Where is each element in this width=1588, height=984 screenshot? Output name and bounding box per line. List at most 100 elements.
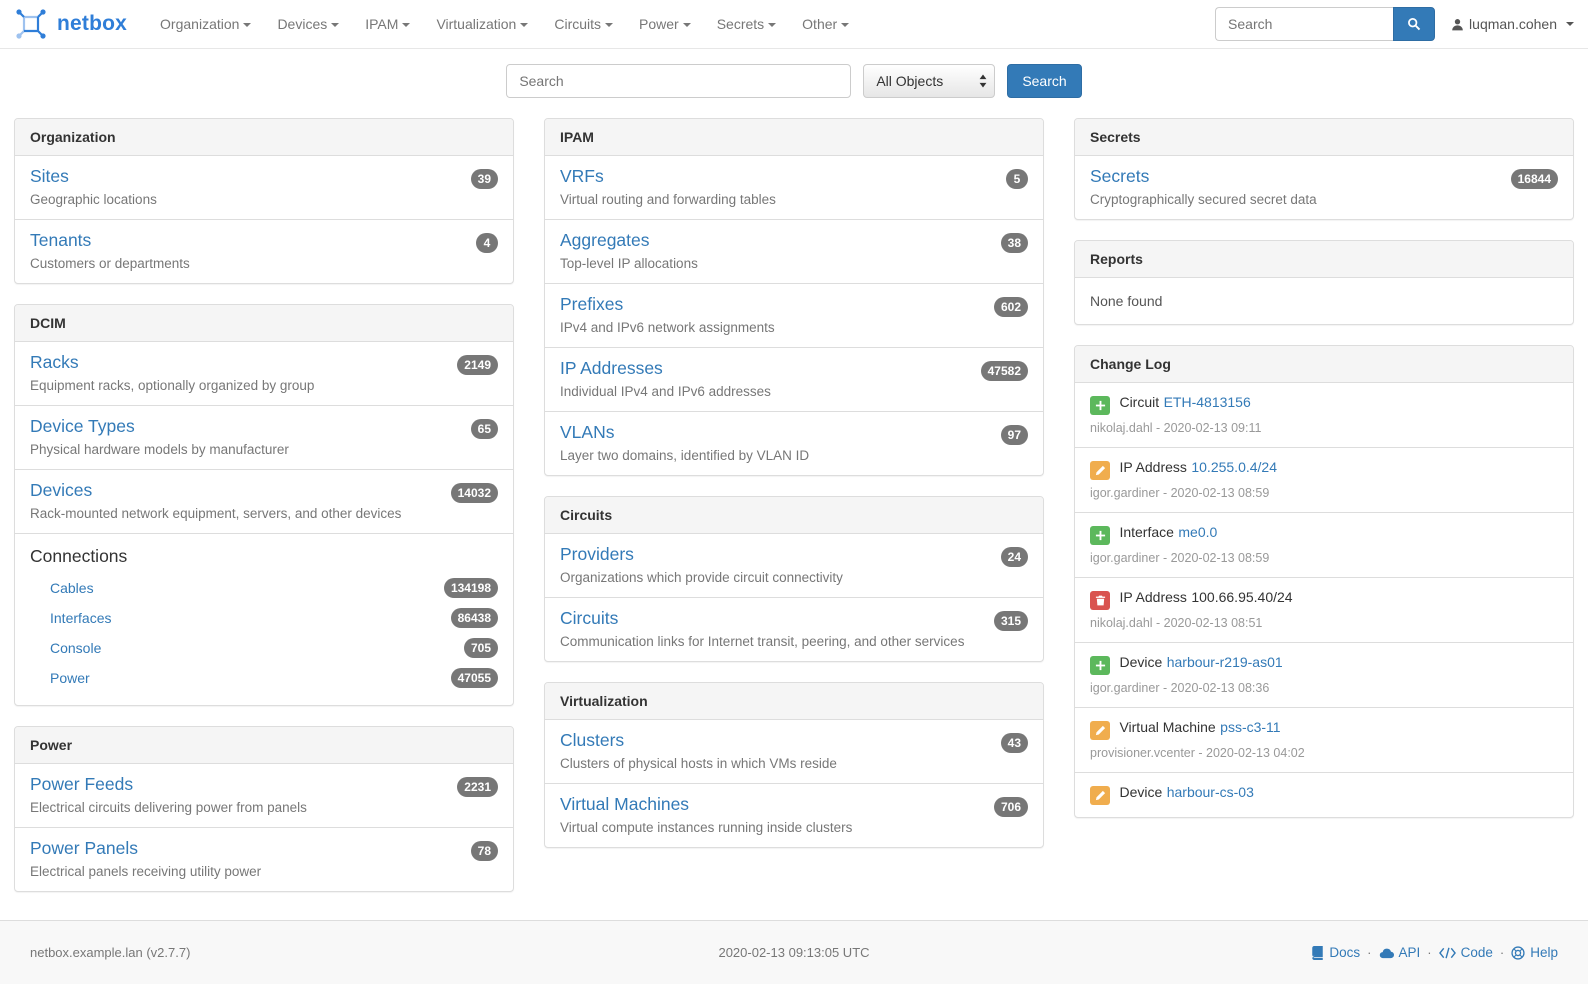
create-icon xyxy=(1090,396,1110,415)
list-item-sites: 39 Sites Geographic locations xyxy=(15,156,513,220)
item-description: Virtual compute instances running inside… xyxy=(560,820,1028,835)
aggregates-link[interactable]: Aggregates xyxy=(560,230,650,250)
chevron-down-icon xyxy=(331,23,339,27)
prefixes-link[interactable]: Prefixes xyxy=(560,294,623,314)
navbar-search-button[interactable] xyxy=(1393,7,1435,41)
secrets-link[interactable]: Secrets xyxy=(1090,166,1149,186)
user-menu[interactable]: luqman.cohen xyxy=(1451,16,1574,32)
menu-ipam[interactable]: IPAM xyxy=(352,1,423,47)
changelog-entry: IP Address 10.255.0.4/24 igor.gardiner -… xyxy=(1075,448,1573,513)
count-badge: 78 xyxy=(471,841,498,861)
list-item-vlans: 97 VLANs Layer two domains, identified b… xyxy=(545,412,1043,475)
power-connections-link[interactable]: Power xyxy=(50,670,90,686)
changelog-meta: provisioner.vcenter - 2020-02-13 04:02 xyxy=(1090,746,1558,760)
item-description: Electrical panels receiving utility powe… xyxy=(30,864,498,879)
menu-circuits[interactable]: Circuits xyxy=(541,1,626,47)
power-feeds-link[interactable]: Power Feeds xyxy=(30,774,133,794)
item-description: Rack-mounted network equipment, servers,… xyxy=(30,506,498,521)
panel-title: Change Log xyxy=(1075,346,1573,383)
menu-other[interactable]: Other xyxy=(789,1,862,47)
item-description: Organizations which provide circuit conn… xyxy=(560,570,1028,585)
ip-addresses-link[interactable]: IP Addresses xyxy=(560,358,663,378)
list-item-aggregates: 38 Aggregates Top-level IP allocations xyxy=(545,220,1043,284)
global-search-bar: All Objects Search xyxy=(0,49,1588,115)
api-link[interactable]: API xyxy=(1379,945,1421,960)
footer-host: netbox.example.lan (v2.7.7) xyxy=(30,945,190,960)
list-item-devices: 14032 Devices Rack-mounted network equip… xyxy=(15,470,513,534)
count-badge: 5 xyxy=(1006,169,1028,189)
list-item-tenants: 4 Tenants Customers or departments xyxy=(15,220,513,283)
vlans-link[interactable]: VLANs xyxy=(560,422,614,442)
help-link[interactable]: Help xyxy=(1511,945,1558,960)
changelog-entry: Device harbour-r219-as01 igor.gardiner -… xyxy=(1075,643,1573,708)
code-link[interactable]: Code xyxy=(1439,945,1493,960)
providers-link[interactable]: Providers xyxy=(560,544,634,564)
changelog-object-link[interactable]: pss-c3-11 xyxy=(1220,719,1280,735)
item-description: Top-level IP allocations xyxy=(560,256,1028,271)
menu-secrets[interactable]: Secrets xyxy=(704,1,789,47)
count-badge: 43 xyxy=(1001,733,1028,753)
count-badge: 38 xyxy=(1001,233,1028,253)
edit-icon xyxy=(1090,461,1110,480)
chevron-down-icon xyxy=(605,23,613,27)
circuits-link[interactable]: Circuits xyxy=(560,608,618,628)
count-badge: 705 xyxy=(464,638,498,658)
changelog-object-link[interactable]: ETH-4813156 xyxy=(1164,394,1251,410)
changelog-entry: Circuit ETH-4813156 nikolaj.dahl - 2020-… xyxy=(1075,383,1573,448)
netbox-brand[interactable]: netbox xyxy=(14,7,127,41)
cables-link[interactable]: Cables xyxy=(50,580,94,596)
virtual-machines-link[interactable]: Virtual Machines xyxy=(560,794,689,814)
panel-title: Secrets xyxy=(1075,119,1573,156)
global-search-input[interactable] xyxy=(506,64,851,98)
count-badge: 47055 xyxy=(451,668,498,688)
count-badge: 86438 xyxy=(451,608,498,628)
organization-panel: Organization 39 Sites Geographic locatio… xyxy=(14,118,514,284)
console-link[interactable]: Console xyxy=(50,640,101,656)
devices-link[interactable]: Devices xyxy=(30,480,92,500)
list-item-vrfs: 5 VRFs Virtual routing and forwarding ta… xyxy=(545,156,1043,220)
connections-heading: Connections xyxy=(30,546,498,567)
tenants-link[interactable]: Tenants xyxy=(30,230,91,250)
sites-link[interactable]: Sites xyxy=(30,166,69,186)
user-icon xyxy=(1451,18,1464,31)
dcim-panel: DCIM 2149 Racks Equipment racks, optiona… xyxy=(14,304,514,706)
changelog-object-link[interactable]: 10.255.0.4/24 xyxy=(1191,459,1277,475)
list-item-virtual-machines: 706 Virtual Machines Virtual compute ins… xyxy=(545,784,1043,847)
clusters-link[interactable]: Clusters xyxy=(560,730,624,750)
power-panels-link[interactable]: Power Panels xyxy=(30,838,138,858)
global-search-button[interactable]: Search xyxy=(1007,64,1081,98)
item-description: Customers or departments xyxy=(30,256,498,271)
changelog-object-type: IP Address xyxy=(1119,459,1186,475)
changelog-object-link[interactable]: me0.0 xyxy=(1178,524,1217,540)
connection-row-power: Power 47055 xyxy=(30,663,498,693)
connections-block: Connections Cables 134198 Interfaces 864… xyxy=(15,534,513,705)
brand-title: netbox xyxy=(57,12,127,36)
username: luqman.cohen xyxy=(1469,16,1557,32)
docs-link[interactable]: Docs xyxy=(1311,945,1360,960)
search-icon xyxy=(1407,17,1421,31)
count-badge: 2231 xyxy=(457,777,498,797)
search-scope-select[interactable]: All Objects xyxy=(863,64,995,98)
panel-title: DCIM xyxy=(15,305,513,342)
column-right: Secrets 16844 Secrets Cryptographically … xyxy=(1074,118,1574,838)
dashboard: Organization 39 Sites Geographic locatio… xyxy=(0,115,1588,942)
netbox-logo-icon xyxy=(14,7,50,41)
changelog-object-link[interactable]: harbour-cs-03 xyxy=(1167,784,1254,800)
changelog-object-type: IP Address xyxy=(1119,589,1186,605)
interfaces-link[interactable]: Interfaces xyxy=(50,610,111,626)
menu-virtualization[interactable]: Virtualization xyxy=(423,1,541,47)
navbar-search-input[interactable] xyxy=(1215,7,1393,41)
menu-devices[interactable]: Devices xyxy=(264,1,352,47)
racks-link[interactable]: Racks xyxy=(30,352,79,372)
count-badge: 47582 xyxy=(981,361,1028,381)
top-navbar: netbox Organization Devices IPAM Virtual… xyxy=(0,0,1588,49)
menu-power[interactable]: Power xyxy=(626,1,704,47)
footer-timestamp: 2020-02-13 09:13:05 UTC xyxy=(718,945,869,960)
select-stepper-icon xyxy=(979,75,987,88)
count-badge: 39 xyxy=(471,169,498,189)
vrfs-link[interactable]: VRFs xyxy=(560,166,604,186)
menu-organization[interactable]: Organization xyxy=(147,1,264,47)
changelog-object-link[interactable]: harbour-r219-as01 xyxy=(1167,654,1283,670)
device-types-link[interactable]: Device Types xyxy=(30,416,135,436)
item-description: Clusters of physical hosts in which VMs … xyxy=(560,756,1028,771)
